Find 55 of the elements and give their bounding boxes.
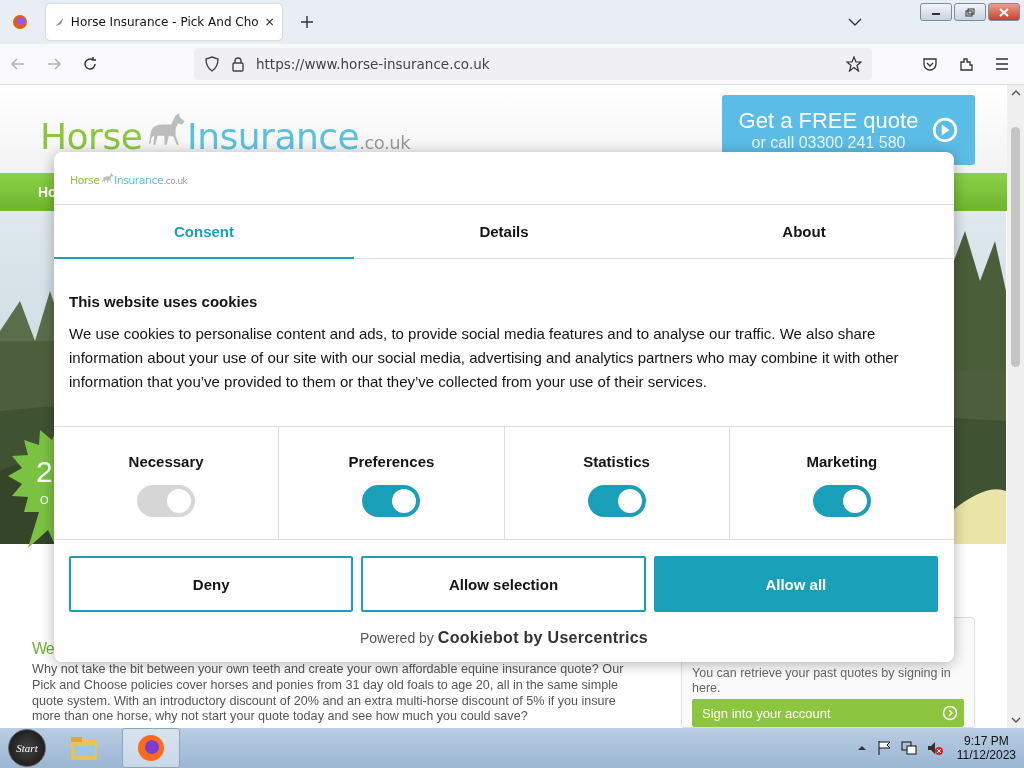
muted-speaker-icon[interactable]	[926, 740, 943, 756]
start-button[interactable]: Start	[8, 729, 46, 767]
play-icon	[932, 117, 959, 143]
close-icon	[999, 7, 1009, 17]
dialog-text: We use cookies to personalise content and ads, to provide social media features and to analyse our traffic. We also share information about your use of our site with our social media, advertising and analytics partners who may combine it with other information that you’ve provided to them or that they’ve collected from your use of their services.	[69, 324, 900, 392]
arrow-circle-icon	[942, 705, 958, 721]
dialog-tab[interactable]: About	[654, 205, 954, 259]
firefox-taskbar-button[interactable]	[122, 728, 180, 768]
toggle-switch[interactable]	[587, 485, 646, 517]
reload-icon[interactable]	[82, 56, 98, 72]
dialog-tab[interactable]: Details	[354, 205, 654, 259]
folder-icon	[69, 734, 99, 762]
browser-tab[interactable]: Horse Insurance - Pick And Cho	[46, 4, 282, 40]
scrollbar[interactable]	[1007, 85, 1024, 728]
toggle-switch[interactable]	[362, 485, 421, 517]
address-bar[interactable]: https://www.horse-insurance.co.uk	[194, 48, 872, 80]
provider-link[interactable]: Cookiebot by Usercentrics	[437, 629, 649, 647]
pocket-icon[interactable]	[922, 56, 938, 72]
badge-number: 2	[36, 455, 53, 488]
badge-caption: O	[40, 494, 49, 506]
extensions-icon[interactable]	[958, 56, 974, 72]
category-label: Statistics	[583, 453, 650, 470]
restore-icon	[965, 7, 975, 17]
close-window-button[interactable]	[988, 3, 1020, 21]
account-text: You can retrieve your past quotes by signing in here.	[692, 666, 952, 696]
lock-icon	[230, 56, 246, 72]
new-tab-icon[interactable]	[300, 15, 314, 29]
chevron-down-icon[interactable]	[848, 18, 862, 26]
close-icon[interactable]	[264, 16, 274, 28]
network-icon[interactable]	[900, 740, 917, 756]
clock[interactable]: 9:17 PM 11/12/2023	[956, 734, 1016, 762]
toggle-switch[interactable]	[812, 485, 871, 517]
shield-icon[interactable]	[204, 56, 220, 72]
scrollbar-thumb[interactable]	[1011, 127, 1020, 367]
category-label: Marketing	[806, 453, 878, 470]
welcome-heading: We	[32, 640, 54, 658]
consent-button[interactable]: Allow selection	[361, 556, 646, 612]
firefox-icon	[137, 734, 165, 762]
bookmark-star-icon[interactable]	[846, 56, 862, 72]
consent-button[interactable]: Deny	[69, 556, 354, 612]
restore-button[interactable]	[954, 3, 986, 21]
tab-title: Horse Insurance - Pick And Cho	[70, 15, 259, 29]
firefox-icon[interactable]	[12, 14, 28, 30]
category-label: Necessary	[128, 453, 204, 470]
scroll-up-icon[interactable]	[1010, 89, 1021, 97]
url-text: https://www.horse-insurance.co.uk	[256, 56, 491, 72]
intro-paragraph: Why not take the bit between your own teeth and create your own affordable equine insurance quote? Our Pick and Choose policies cover horses and ponies from 31 day old foals to age 20, all in the same simple quote system. With an introductory discount of 20% and an extra multi-horse discount of 5% if you insure more than one horse, why not start your quote today and see how much you could save?	[32, 662, 625, 726]
powered-by-text: Powered by	[359, 630, 434, 646]
category-label: Preferences	[348, 453, 435, 470]
flag-icon[interactable]	[876, 740, 891, 756]
minimize-button[interactable]	[920, 3, 952, 21]
dialog-heading: This website uses cookies	[69, 293, 259, 310]
scroll-down-icon[interactable]	[1010, 716, 1021, 724]
show-hidden-icons[interactable]	[856, 744, 867, 752]
menu-icon[interactable]	[994, 56, 1010, 72]
